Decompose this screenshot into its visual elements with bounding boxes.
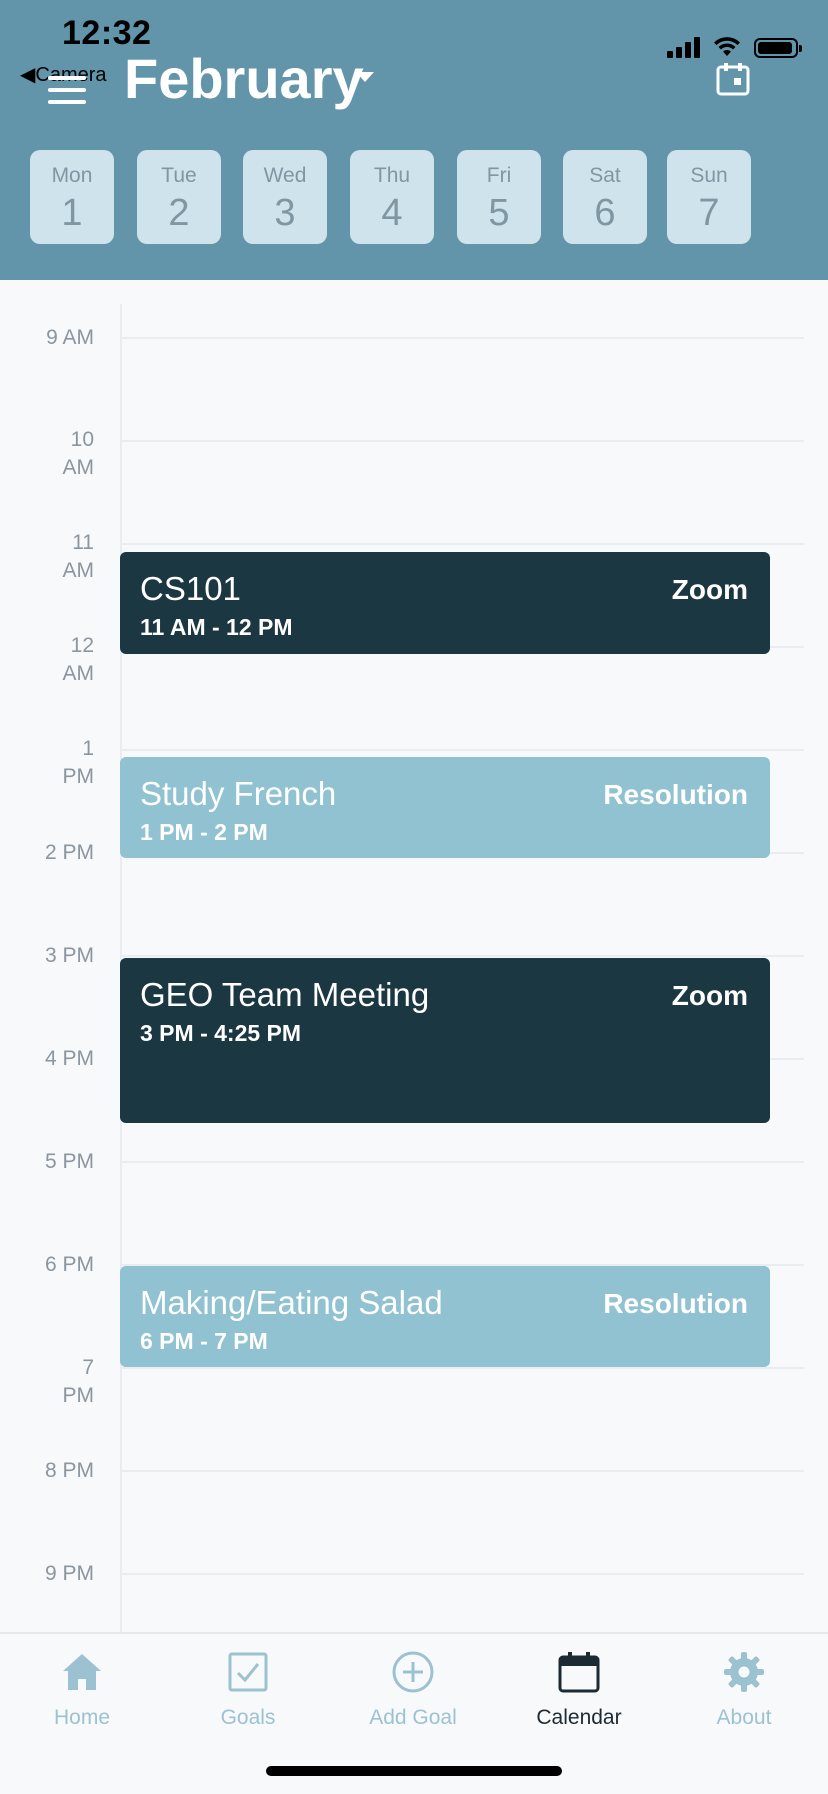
hour-label: 4 PM: [44, 1047, 94, 1070]
day-fri[interactable]: Fri 5: [457, 150, 541, 244]
event-card[interactable]: GEO Team Meeting 3 PM - 4:25 PM Zoom: [120, 958, 770, 1123]
day-sun[interactable]: Sun 7: [667, 150, 751, 244]
day-tue[interactable]: Tue 2: [137, 150, 221, 244]
event-title: CS101: [140, 570, 241, 607]
hamburger-menu-icon[interactable]: [48, 76, 86, 112]
hour-line: [120, 440, 804, 442]
hour-label: 5 PM: [44, 1150, 94, 1173]
hour-label: 9 PM: [44, 1562, 94, 1585]
hour-label: 12 AM: [62, 634, 95, 685]
hour-line: [120, 1573, 804, 1575]
hour-line: [120, 1470, 804, 1472]
month-title[interactable]: February: [124, 46, 364, 111]
event-title: GEO Team Meeting: [140, 976, 430, 1013]
event-time: 3 PM - 4:25 PM: [140, 1020, 302, 1046]
tab-label: Goals: [220, 1706, 276, 1729]
event-time: 6 PM - 7 PM: [140, 1328, 268, 1354]
day-date: 7: [698, 192, 720, 234]
day-name: Wed: [263, 164, 307, 187]
back-triangle-icon: ◀: [20, 64, 36, 86]
event-tag: Zoom: [671, 980, 748, 1011]
cellular-signal-icon: [667, 36, 700, 58]
hour-label: 11 AM: [62, 531, 95, 582]
tab-home[interactable]: Home: [17, 1650, 147, 1730]
tab-add-goal[interactable]: Add Goal: [348, 1650, 478, 1730]
event-card[interactable]: Making/Eating Salad 6 PM - 7 PM Resoluti…: [120, 1266, 770, 1367]
tab-label: Home: [53, 1706, 111, 1729]
day-sat[interactable]: Sat 6: [563, 150, 647, 244]
status-icons: [667, 36, 802, 58]
add-circle-icon: [392, 1651, 434, 1693]
hour-label: 10 AM: [62, 428, 95, 479]
calendar-icon: [558, 1652, 600, 1693]
day-wed[interactable]: Wed 3: [243, 150, 327, 244]
event-tag: Resolution: [603, 1288, 748, 1319]
checkbox-icon: [228, 1652, 268, 1692]
home-icon: [63, 1654, 101, 1690]
day-thu[interactable]: Thu 4: [350, 150, 434, 244]
hour-line: [120, 543, 804, 545]
day-timeline[interactable]: 9 AM 10 AM 11 AM 12 AM 1 PM 2 PM 3 PM 4 PM 5…: [0, 280, 828, 1634]
day-name: Sun: [690, 164, 728, 187]
day-date: 2: [168, 192, 190, 234]
wifi-icon: [714, 37, 740, 56]
event-tag: Resolution: [603, 779, 748, 810]
today-calendar-icon[interactable]: [716, 62, 750, 96]
day-date: 4: [381, 192, 403, 234]
hour-label: 9 AM: [46, 326, 94, 349]
day-date: 5: [488, 192, 510, 234]
event-tag: Zoom: [671, 574, 748, 605]
tab-label: About: [716, 1706, 772, 1729]
calendar-header: 12:32 ◀Camera February Mon 1 Tue 2 Wed 3…: [0, 0, 828, 280]
tab-goals[interactable]: Goals: [183, 1650, 313, 1730]
home-indicator[interactable]: [266, 1766, 562, 1776]
tab-about[interactable]: About: [679, 1650, 809, 1730]
hour-line: [120, 1367, 804, 1369]
hour-line: [120, 955, 804, 957]
hour-label: 6 PM: [44, 1253, 94, 1276]
day-name: Tue: [161, 164, 197, 187]
hour-label: 1 PM: [62, 737, 95, 788]
hour-line: [120, 749, 804, 751]
tab-label: Add Goal: [369, 1706, 457, 1729]
tab-calendar[interactable]: Calendar: [514, 1650, 644, 1730]
event-time: 1 PM - 2 PM: [140, 819, 268, 845]
day-name: Fri: [486, 164, 512, 187]
hour-label: 8 PM: [44, 1459, 94, 1482]
gear-icon: [724, 1652, 764, 1692]
day-mon[interactable]: Mon 1: [30, 150, 114, 244]
month-dropdown-caret-icon[interactable]: [356, 72, 374, 82]
hour-label: 3 PM: [44, 944, 94, 967]
battery-icon: [754, 38, 802, 58]
day-name: Mon: [51, 164, 93, 187]
event-time: 11 AM - 12 PM: [140, 614, 293, 640]
hour-label: 7 PM: [62, 1356, 95, 1407]
day-date: 1: [61, 192, 83, 234]
event-card[interactable]: Study French 1 PM - 2 PM Resolution: [120, 757, 770, 858]
event-card[interactable]: CS101 11 AM - 12 PM Zoom: [120, 552, 770, 654]
tab-label: Calendar: [536, 1706, 622, 1729]
day-date: 6: [594, 192, 616, 234]
hour-line: [120, 337, 804, 339]
day-date: 3: [274, 192, 296, 234]
day-name: Thu: [373, 164, 411, 187]
hour-label: 2 PM: [44, 841, 94, 864]
day-name: Sat: [589, 164, 621, 187]
hour-line: [120, 1161, 804, 1163]
